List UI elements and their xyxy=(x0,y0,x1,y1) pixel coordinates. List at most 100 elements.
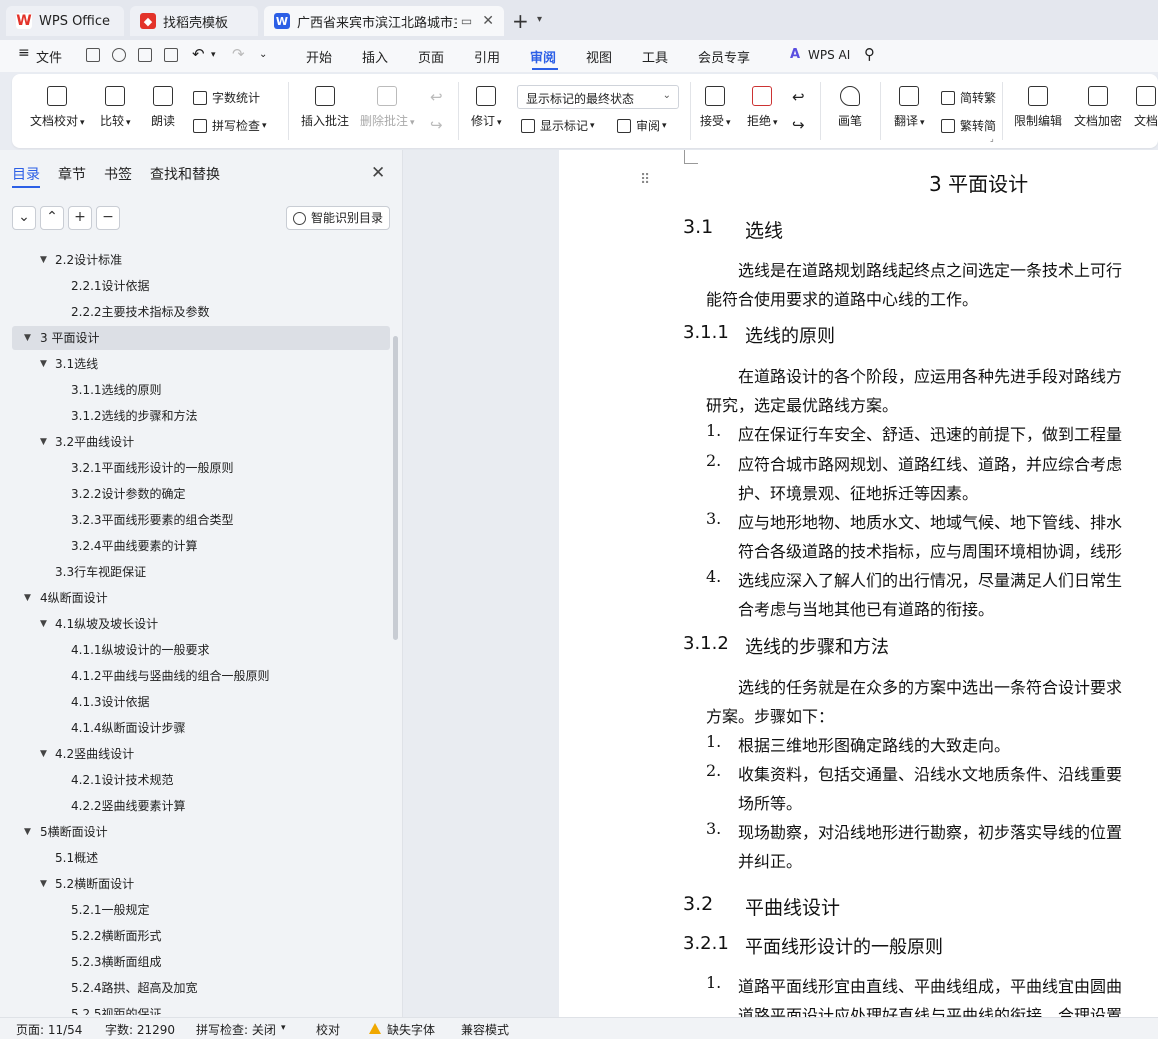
share-icon[interactable] xyxy=(112,48,126,62)
toc-item[interactable]: 5.2.5视距的保证 xyxy=(12,1002,390,1015)
show-markup-button[interactable]: 显示标记 ▾ xyxy=(521,117,595,134)
remove-heading-button[interactable]: − xyxy=(96,206,120,230)
translate-button[interactable]: 翻译 ▾ xyxy=(894,86,925,129)
expand-arrow-icon[interactable]: ▼ xyxy=(40,872,47,896)
proofread-status[interactable]: 校对 xyxy=(316,1021,340,1038)
insert-comment-button[interactable]: 插入批注 xyxy=(301,86,349,129)
toc-item[interactable]: 5.2.2横断面形式 xyxy=(12,924,390,948)
close-tab-icon[interactable]: ✕ xyxy=(482,13,494,29)
previous-change-icon[interactable]: ↩ xyxy=(792,88,805,106)
word-count-indicator[interactable]: 字数: 21290 xyxy=(105,1021,175,1038)
menu-file[interactable]: 文件 xyxy=(36,47,62,66)
review-pane-button[interactable]: 审阅 ▾ xyxy=(617,117,667,134)
toc-item[interactable]: 3.2.2设计参数的确定 xyxy=(12,482,390,506)
doc-encrypt-button[interactable]: 文档加密 xyxy=(1074,86,1122,129)
chevron-down-icon[interactable]: ⌄ xyxy=(259,49,267,60)
to-simplified-button[interactable]: 繁转简 xyxy=(941,117,996,134)
read-aloud-button[interactable]: 朗读 xyxy=(151,86,175,129)
menu-member[interactable]: 会员专享 xyxy=(698,47,750,66)
toc-item[interactable]: 3.1.1选线的原则 xyxy=(12,378,390,402)
menu-tools[interactable]: 工具 xyxy=(642,47,668,66)
print-icon[interactable] xyxy=(138,48,152,62)
expand-arrow-icon[interactable]: ▼ xyxy=(40,248,47,272)
menu-page[interactable]: 页面 xyxy=(418,47,444,66)
expand-arrow-icon[interactable]: ▼ xyxy=(40,352,47,376)
toc-item[interactable]: 3.2.4平曲线要素的计算 xyxy=(12,534,390,558)
toc-item[interactable]: 2.2.1设计依据 xyxy=(12,274,390,298)
toc-item[interactable]: 5.2.3横断面组成 xyxy=(12,950,390,974)
doc-check-button[interactable]: 文档校对 ▾ xyxy=(30,86,85,129)
reject-button[interactable]: 拒绝 ▾ xyxy=(747,86,778,129)
toc-item[interactable]: ▼ 5.2横断面设计 xyxy=(12,872,390,896)
spell-check-button[interactable]: 拼写检查 ▾ xyxy=(193,117,267,134)
toc-item[interactable]: 4.1.4纵断面设计步骤 xyxy=(12,716,390,740)
toc-item[interactable]: 3.2.3平面线形要素的组合类型 xyxy=(12,508,390,532)
undo-icon[interactable]: ↶ xyxy=(192,45,205,63)
menu-start[interactable]: 开始 xyxy=(306,47,332,66)
menu-review[interactable]: 审阅 xyxy=(530,47,556,66)
expand-arrow-icon[interactable]: ▼ xyxy=(40,430,47,454)
new-tab-icon[interactable]: + xyxy=(512,9,529,33)
to-traditional-button[interactable]: 简转繁 xyxy=(941,89,996,106)
chevron-down-icon[interactable]: ▾ xyxy=(211,50,216,60)
toc-item[interactable]: 5.1概述 xyxy=(12,846,390,870)
nav-tab-toc[interactable]: 目录 xyxy=(12,164,40,184)
menu-insert[interactable]: 插入 xyxy=(362,47,388,66)
expand-arrow-icon[interactable]: ▼ xyxy=(24,820,31,844)
tab-current-document[interactable]: W 广西省来宾市滨江北路城市主干 ▭ ✕ xyxy=(264,6,504,36)
missing-font-status[interactable]: 缺失字体 xyxy=(387,1021,435,1038)
toc-item[interactable]: ▼ 5横断面设计 xyxy=(12,820,390,844)
wps-ai-icon[interactable]: A xyxy=(790,47,800,62)
expand-arrow-icon[interactable]: ▼ xyxy=(24,326,31,350)
toc-item[interactable]: 5.2.1一般规定 xyxy=(12,898,390,922)
toc-scrollbar[interactable] xyxy=(393,336,398,640)
expand-level-up-button[interactable]: ⌃ xyxy=(40,206,64,230)
toc-item[interactable]: ▼ 3 平面设计 xyxy=(12,326,390,350)
previous-comment-icon[interactable]: ↩ xyxy=(430,88,443,106)
compare-button[interactable]: 比较 ▾ xyxy=(100,86,131,129)
toc-item[interactable]: 4.2.1设计技术规范 xyxy=(12,768,390,792)
pen-button[interactable]: 画笔 xyxy=(838,86,862,129)
toc-item[interactable]: 3.3行车视距保证 xyxy=(12,560,390,584)
accept-button[interactable]: 接受 ▾ xyxy=(700,86,731,129)
delete-comment-button[interactable]: 删除批注 ▾ xyxy=(360,86,415,129)
monitor-icon[interactable]: ▭ xyxy=(461,14,472,28)
toc-item[interactable]: ▼ 4.1纵坡及坡长设计 xyxy=(12,612,390,636)
toc-item[interactable]: ▼ 2.2设计标准 xyxy=(12,248,390,272)
next-change-icon[interactable]: ↪ xyxy=(792,116,805,134)
smart-toc-button[interactable]: 智能识别目录 xyxy=(286,206,390,230)
nav-tab-chapters[interactable]: 章节 xyxy=(58,164,86,184)
chevron-down-icon[interactable]: ▾ xyxy=(281,1023,286,1033)
toc-item[interactable]: 5.2.4路拱、超高及加宽 xyxy=(12,976,390,1000)
nav-tab-find-replace[interactable]: 查找和替换 xyxy=(150,164,220,184)
markup-state-select[interactable]: 显示标记的最终状态 ⌄ xyxy=(517,85,679,109)
print-preview-icon[interactable] xyxy=(164,48,178,62)
next-comment-icon[interactable]: ↪ xyxy=(430,116,443,134)
page-indicator[interactable]: 页面: 11/54 xyxy=(16,1021,82,1038)
word-count-button[interactable]: 字数统计 xyxy=(193,89,260,106)
toc-item[interactable]: 3.1.2选线的步骤和方法 xyxy=(12,404,390,428)
doc-more-button[interactable]: 文档 xyxy=(1134,86,1158,129)
nav-tab-bookmarks[interactable]: 书签 xyxy=(104,164,132,184)
restrict-edit-button[interactable]: 限制编辑 xyxy=(1014,86,1062,129)
add-heading-button[interactable]: + xyxy=(68,206,92,230)
toc-item[interactable]: ▼ 3.2平曲线设计 xyxy=(12,430,390,454)
expand-group-icon[interactable]: ⌟ xyxy=(990,134,994,143)
revise-button[interactable]: 修订 ▾ xyxy=(471,86,502,129)
toc-item[interactable]: ▼ 4.2竖曲线设计 xyxy=(12,742,390,766)
toc-item[interactable]: ▼ 4纵断面设计 xyxy=(12,586,390,610)
close-icon[interactable]: ✕ xyxy=(371,163,385,183)
save-icon[interactable] xyxy=(86,48,100,62)
drag-handle-icon[interactable]: ⠿ xyxy=(640,172,650,188)
toc-item[interactable]: 3.2.1平面线形设计的一般原则 xyxy=(12,456,390,480)
tab-wps-office[interactable]: W WPS Office xyxy=(6,6,124,36)
menu-view[interactable]: 视图 xyxy=(586,47,612,66)
collapse-all-button[interactable]: ⌄ xyxy=(12,206,36,230)
toc-item[interactable]: ▼ 3.1选线 xyxy=(12,352,390,376)
menu-wps-ai[interactable]: WPS AI xyxy=(808,48,850,62)
search-icon[interactable]: ⚲ xyxy=(864,45,875,63)
tab-docer-templates[interactable]: ◆ 找稻壳模板 xyxy=(130,6,258,36)
chevron-down-icon[interactable]: ▾ xyxy=(537,14,542,25)
menu-reference[interactable]: 引用 xyxy=(474,47,500,66)
toc-item[interactable]: 4.1.2平曲线与竖曲线的组合一般原则 xyxy=(12,664,390,688)
